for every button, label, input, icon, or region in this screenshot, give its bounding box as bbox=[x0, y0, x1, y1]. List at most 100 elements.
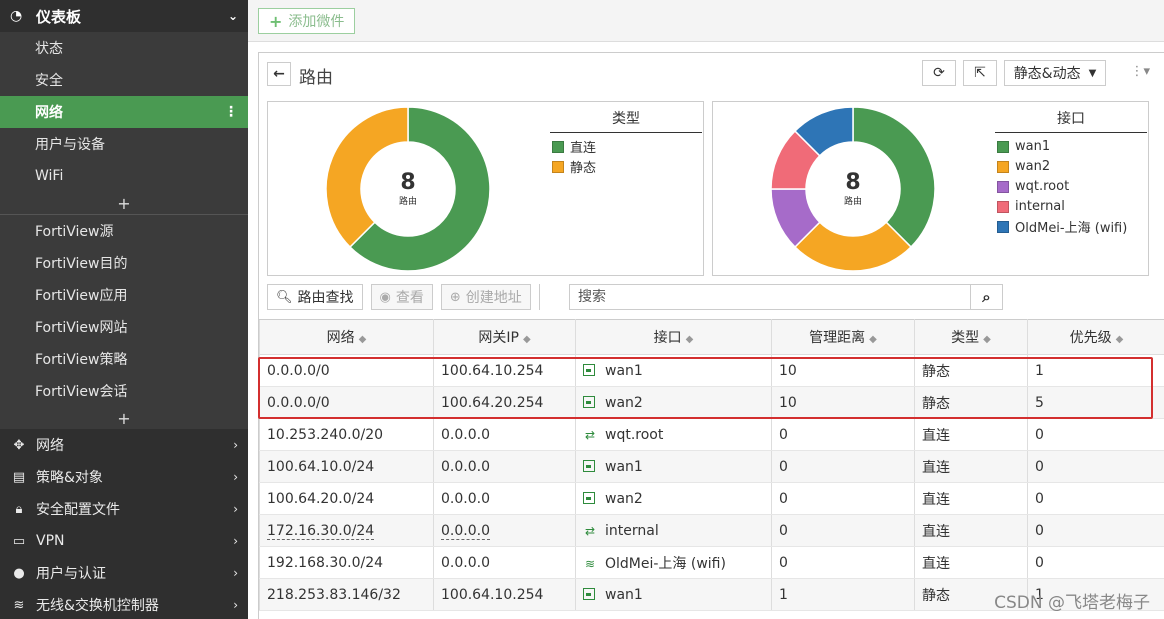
cell-text: 直连 bbox=[922, 555, 950, 572]
column-header-network[interactable]: 网络 ◆ bbox=[259, 319, 434, 355]
legend-title: 接口 bbox=[995, 104, 1147, 133]
cell-distance: 0 bbox=[771, 418, 915, 451]
sidebar-item-network[interactable]: 网络 ⋮ bbox=[0, 96, 248, 128]
sidebar-item-fortiview-destination[interactable]: FortiView目的 bbox=[0, 247, 248, 279]
chart-interface-box: 8 路由 接口 wan1 wan2 wqt.root internal OldM… bbox=[712, 101, 1149, 276]
table-row[interactable]: 100.64.20.0/24 0.0.0.0 wan2 0 直连 0 bbox=[259, 482, 1164, 515]
cell-interface: wan1 bbox=[575, 354, 772, 387]
move-arrows-icon: ✥ bbox=[13, 437, 25, 453]
cell-text: 0 bbox=[1035, 458, 1044, 475]
column-header-type[interactable]: 类型 ◆ bbox=[914, 319, 1028, 355]
cell-network: 218.253.83.146/32 bbox=[259, 578, 434, 611]
sidebar-item-users-devices[interactable]: 用户与设备 bbox=[0, 128, 248, 160]
column-header-interface[interactable]: 接口 ◆ bbox=[575, 319, 772, 355]
add-widget-button[interactable]: + 添加微件 bbox=[258, 8, 356, 34]
table-row[interactable]: 192.168.30.0/24 0.0.0.0 ≋ OldMei-上海 (wifi) 0… bbox=[259, 546, 1164, 579]
view-select[interactable]: 静态&动态 ▼ bbox=[1004, 60, 1106, 86]
menu-wireless-switch[interactable]: ≋ 无线&交换机控制器 › bbox=[0, 589, 248, 619]
widget-header: ← 路由 ⟳ ⇱ 静态&动态 ▼ ⋮▾ bbox=[259, 53, 1164, 93]
donut-slice[interactable] bbox=[325, 106, 409, 249]
donut-slice[interactable] bbox=[852, 106, 936, 249]
legend-label: 直连 bbox=[570, 141, 597, 156]
port-icon bbox=[583, 491, 595, 504]
menu-policy-objects[interactable]: ▤ 策略&对象 › bbox=[0, 461, 248, 493]
column-header-priority[interactable]: 优先级 ◆ bbox=[1027, 319, 1164, 355]
legend-type: 类型 直连 静态 bbox=[550, 104, 702, 176]
sidebar: ◔ 仪表板 ⌄ 状态 安全 网络 ⋮ 用户与设备 WiFi + FortiView… bbox=[0, 0, 248, 619]
view-select-value: 静态&动态 bbox=[1013, 66, 1081, 82]
legend-swatch bbox=[552, 140, 564, 153]
sidebar-dashboard-header[interactable]: ◔ 仪表板 ⌄ bbox=[0, 0, 248, 32]
menu-vpn[interactable]: ▭ VPN › bbox=[0, 525, 248, 557]
shuffle-icon: ⇄ bbox=[584, 427, 596, 442]
route-lookup-button[interactable]: 🔍︎ 路由查找 bbox=[267, 284, 363, 310]
top-toolbar: + 添加微件 bbox=[248, 0, 1164, 42]
sidebar-item-fortiview-application[interactable]: FortiView应用 bbox=[0, 279, 248, 311]
table-row[interactable]: 0.0.0.0/0 100.64.10.254 wan1 10 静态 1 bbox=[259, 354, 1164, 387]
cell-text: 100.64.20.0/24 bbox=[267, 490, 375, 507]
cell-text: 直连 bbox=[922, 523, 950, 540]
table-toolbar: 🔍︎ 路由查找 ◉ 查看 ⊕ 创建地址 bbox=[267, 284, 548, 310]
menu-network[interactable]: ✥ 网络 › bbox=[0, 429, 248, 461]
legend-swatch bbox=[997, 180, 1009, 193]
cell-text: 0.0.0.0/0 bbox=[267, 394, 330, 411]
column-header-gateway[interactable]: 网关IP ◆ bbox=[433, 319, 576, 355]
sidebar-item-fortiview-policy[interactable]: FortiView策略 bbox=[0, 343, 248, 375]
wifi-icon: ≋ bbox=[13, 597, 25, 613]
cell-network: 100.64.20.0/24 bbox=[259, 482, 434, 515]
menu-user-auth[interactable]: ● 用户与认证 › bbox=[0, 557, 248, 589]
cell-interface: ⇄ internal bbox=[575, 514, 772, 547]
add-dashboard-icon[interactable]: + bbox=[0, 192, 248, 214]
table-row[interactable]: 0.0.0.0/0 100.64.20.254 wan2 10 静态 5 bbox=[259, 386, 1164, 419]
menu-label: 网络 bbox=[36, 438, 64, 454]
add-fortiview-icon[interactable]: + bbox=[0, 407, 248, 429]
legend-item: wqt.root bbox=[997, 177, 1147, 196]
cell-network: 0.0.0.0/0 bbox=[259, 386, 434, 419]
port-icon bbox=[583, 395, 595, 408]
expand-button[interactable]: ⇱ bbox=[963, 60, 997, 86]
cell-type: 直连 bbox=[914, 546, 1028, 579]
cell-gateway: 0.0.0.0 bbox=[433, 514, 576, 547]
legend-item: OldMei-上海 (wifi) bbox=[997, 217, 1147, 236]
arrow-left-icon: ← bbox=[273, 66, 285, 82]
search-input[interactable] bbox=[570, 285, 970, 309]
legend-swatch bbox=[997, 140, 1009, 153]
cell-text: 0 bbox=[779, 426, 788, 443]
refresh-button[interactable]: ⟳ bbox=[922, 60, 956, 86]
cell-text: wan1 bbox=[605, 362, 643, 379]
cell-priority: 0 bbox=[1027, 546, 1164, 579]
cell-text: 0.0.0.0 bbox=[441, 458, 490, 475]
view-button[interactable]: ◉ 查看 bbox=[370, 284, 433, 310]
routing-widget: ← 路由 ⟳ ⇱ 静态&动态 ▼ ⋮▾ 8 路由 类型 直连 静态 8 路由 接… bbox=[258, 52, 1164, 619]
sidebar-item-security[interactable]: 安全 bbox=[0, 64, 248, 96]
menu-label: 安全配置文件 bbox=[36, 502, 120, 518]
legend-swatch bbox=[552, 160, 564, 173]
create-address-button[interactable]: ⊕ 创建地址 bbox=[440, 284, 531, 310]
sidebar-item-wifi[interactable]: WiFi bbox=[0, 160, 248, 192]
search-button[interactable]: ⌕ bbox=[970, 285, 1002, 309]
cell-text: 直连 bbox=[922, 427, 950, 444]
cell-interface: wan2 bbox=[575, 386, 772, 419]
sidebar-item-label: FortiView会话 bbox=[35, 384, 128, 400]
sidebar-item-fortiview-source[interactable]: FortiView源 bbox=[0, 215, 248, 247]
cell-text: wan2 bbox=[605, 394, 643, 411]
back-button[interactable]: ← bbox=[267, 62, 291, 86]
table-row[interactable]: 172.16.30.0/24 0.0.0.0 ⇄ internal 0 直连 0 bbox=[259, 514, 1164, 547]
menu-security-profiles[interactable]: 🔒︎ 安全配置文件 › bbox=[0, 493, 248, 525]
table-row[interactable]: 10.253.240.0/20 0.0.0.0 ⇄ wqt.root 0 直连 0 bbox=[259, 418, 1164, 451]
cell-text: 静态 bbox=[922, 587, 950, 604]
chevron-right-icon: › bbox=[233, 438, 238, 452]
cell-priority: 0 bbox=[1027, 514, 1164, 547]
widget-menu-icon[interactable]: ⋮▾ bbox=[1130, 64, 1150, 79]
chevron-right-icon: › bbox=[233, 566, 238, 580]
more-vertical-icon[interactable]: ⋮ bbox=[224, 104, 238, 120]
sidebar-item-fortiview-website[interactable]: FortiView网站 bbox=[0, 311, 248, 343]
eye-icon: ◉ bbox=[379, 289, 391, 305]
table-row[interactable]: 100.64.10.0/24 0.0.0.0 wan1 0 直连 0 bbox=[259, 450, 1164, 483]
column-header-distance[interactable]: 管理距离 ◆ bbox=[771, 319, 915, 355]
sidebar-item-status[interactable]: 状态 bbox=[0, 32, 248, 64]
cell-type: 直连 bbox=[914, 418, 1028, 451]
sidebar-item-fortiview-session[interactable]: FortiView会话 bbox=[0, 375, 248, 407]
plus-icon: + bbox=[269, 11, 283, 31]
cell-text: 0.0.0.0/0 bbox=[267, 362, 330, 379]
